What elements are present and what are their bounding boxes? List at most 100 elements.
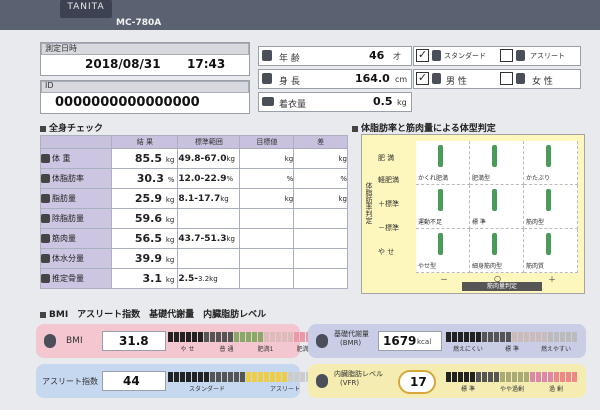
body-check-row: 除脂肪量 59.6 kg <box>39 208 348 229</box>
scale-level-label: 標 準 <box>505 346 519 353</box>
row-value: 56.5 <box>134 232 162 245</box>
scale-segment <box>482 372 487 382</box>
scale-segment <box>518 372 523 382</box>
scale-segment <box>234 332 239 342</box>
scale-level-label: や せ <box>180 346 195 353</box>
body-type-cell: 筋肉質 <box>524 229 578 273</box>
id-label: ID <box>45 81 54 90</box>
body-type-cell: 標 準 <box>470 185 524 229</box>
scale-segment <box>246 372 251 382</box>
bmr-icon <box>316 334 328 348</box>
body-type-cell: かたぶり <box>524 141 578 185</box>
row-icon <box>41 154 50 163</box>
scale-segment <box>180 332 185 342</box>
scale-level-label: 過 剰 <box>549 386 563 393</box>
row-range: 43.7-51.3 <box>178 233 227 244</box>
scale-level-label: 標 準 <box>461 386 475 393</box>
scale-segment <box>458 372 463 382</box>
body-check-row: 体脂肪率 30.3 % 12.0-22.9%%% <box>39 168 348 189</box>
scale-segment <box>174 332 179 342</box>
date-label: 測定日時 <box>45 44 77 53</box>
scale-segment <box>524 372 529 382</box>
scale-segment <box>512 372 517 382</box>
row-icon <box>41 234 50 243</box>
body-type-cell: 細身筋肉型 <box>470 229 524 273</box>
scale-segment <box>228 372 233 382</box>
athlete-value: 44 <box>123 374 140 388</box>
scale-segment <box>488 332 493 342</box>
row-icon <box>41 274 50 283</box>
scale-segment <box>572 372 577 382</box>
scale-segment <box>168 332 173 342</box>
row-icon <box>41 194 50 203</box>
scale-segment <box>294 332 299 342</box>
bmi-value: 31.8 <box>119 334 149 348</box>
scale-segment <box>270 372 275 382</box>
scale-segment <box>282 332 287 342</box>
scale-segment <box>198 332 203 342</box>
body-check-table: 結 果 標準範囲 目標値 差 体 重 85.5 kg 49.8-67.0kg kg kg… <box>39 135 348 289</box>
body-type-title: 体脂肪率と筋肉量による体型判定 <box>352 121 496 134</box>
scale-segment <box>566 332 571 342</box>
row-label: 体水分量 <box>52 254 84 263</box>
figure-icon <box>492 233 497 255</box>
scale-segment <box>210 332 215 342</box>
female-checkbox[interactable] <box>500 72 513 85</box>
row-value: 25.9 <box>134 192 162 205</box>
body-type-panel: 体脂肪率判定 肥 満軽肥満 ＋標準 －標準や せ かくれ肥満 肥満型 かたぶり 運動不足 標… <box>361 134 585 294</box>
standard-checkbox[interactable]: ✓ <box>416 49 429 62</box>
scale-segment <box>288 372 293 382</box>
id-value: 0000000000000000 <box>55 95 200 110</box>
scale-segment <box>560 372 565 382</box>
bmi-panel: BMI 31.8 や せ普 通肥満1 肥満2 <box>36 324 323 358</box>
scale-segment <box>192 332 197 342</box>
scale-segment <box>180 372 185 382</box>
scale-level-label: 普 通 <box>219 346 234 353</box>
scale-segment <box>506 332 511 342</box>
sex-row: ✓ 男 性 女 性 <box>413 69 581 89</box>
scale-segment <box>452 372 457 382</box>
male-checkbox[interactable]: ✓ <box>416 72 429 85</box>
y-level-label: 肥 満 <box>378 154 395 162</box>
scale-segment <box>270 332 275 342</box>
athlete-checkbox[interactable] <box>500 49 513 62</box>
vfr-icon <box>316 374 328 388</box>
body-type-row: ✓ スタンダード アスリート <box>413 46 581 66</box>
scale-segment <box>500 372 505 382</box>
body-check-row: 体 重 85.5 kg 49.8-67.0kg kg kg <box>39 148 348 169</box>
shirt-icon <box>262 97 274 106</box>
row-label: 除脂肪量 <box>52 214 84 223</box>
scale-segment <box>554 372 559 382</box>
id-box: ID 0000000000000000 <box>40 80 250 114</box>
scale-segment <box>464 332 469 342</box>
scale-segment <box>234 372 239 382</box>
figure-icon <box>492 189 497 211</box>
cell-label: 細身筋肉型 <box>472 263 503 270</box>
scale-segment <box>494 332 499 342</box>
scale-segment <box>246 332 251 342</box>
scale-segment <box>524 332 529 342</box>
body-check-title: 全身チェック <box>40 121 103 134</box>
body-type-cell: 肥満型 <box>470 141 524 185</box>
scale-segment <box>488 372 493 382</box>
scale-segment <box>204 372 209 382</box>
body-type-cell: やせ型 <box>416 229 470 273</box>
scale-segment <box>264 332 269 342</box>
row-value: 30.3 <box>136 172 164 185</box>
scale-segment <box>186 372 191 382</box>
figure-icon <box>438 145 443 167</box>
scale-level-label: 燃えにくい <box>453 346 483 353</box>
row-range: 49.8-67.0 <box>178 153 227 164</box>
y-level-label: 軽肥満 <box>378 176 399 184</box>
row-range: 2.5- <box>178 273 199 284</box>
scale-segment <box>530 372 535 382</box>
scale-segment <box>300 372 305 382</box>
row-label: 体脂肪率 <box>52 174 84 183</box>
row-value: 85.5 <box>134 152 162 165</box>
scale-segment <box>198 372 203 382</box>
scale-segment <box>240 372 245 382</box>
height-row: 身 長 164.0 cm <box>258 69 412 89</box>
date-value: 2018/08/31 <box>85 57 161 71</box>
scale-segment <box>500 332 505 342</box>
scale-segment <box>452 332 457 342</box>
